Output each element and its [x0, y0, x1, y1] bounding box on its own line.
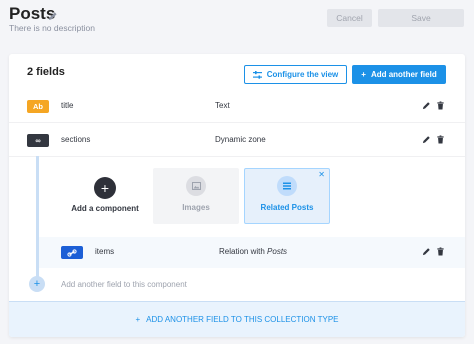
plus-icon: +: [94, 177, 116, 199]
add-field-to-collection-label: ADD ANOTHER FIELD TO THIS COLLECTION TYP…: [146, 315, 339, 324]
settings-sliders-icon: [252, 70, 262, 79]
pencil-icon[interactable]: [422, 101, 431, 110]
pencil-icon[interactable]: [48, 11, 58, 21]
trash-icon[interactable]: [436, 101, 445, 110]
text-type-icon: Ab: [27, 100, 49, 113]
add-another-field-button[interactable]: + Add another field: [352, 65, 446, 84]
configure-view-button[interactable]: Configure the view: [244, 65, 347, 84]
pencil-icon[interactable]: [422, 135, 431, 144]
dynamic-zone-icon: ∞: [27, 134, 49, 147]
plus-icon: +: [135, 315, 141, 324]
image-icon: [186, 176, 206, 196]
close-icon[interactable]: ✕: [318, 170, 325, 179]
plus-icon: +: [361, 70, 366, 79]
relation-target: Posts: [267, 247, 288, 256]
list-icon: [277, 176, 297, 196]
trash-icon[interactable]: [436, 135, 445, 144]
add-component-label: Add a component: [71, 204, 139, 213]
page-header: Posts There is no description Cancel Sav…: [0, 0, 474, 44]
add-field-to-collection-button[interactable]: + ADD ANOTHER FIELD TO THIS COLLECTION T…: [9, 301, 465, 337]
component-label: Related Posts: [260, 203, 314, 212]
trash-icon[interactable]: [436, 247, 445, 256]
field-name: sections: [61, 135, 91, 144]
cancel-button[interactable]: Cancel: [327, 9, 372, 27]
add-component-field-plus-icon[interactable]: +: [29, 276, 45, 292]
field-name: items: [95, 247, 115, 256]
field-row-sections[interactable]: ∞ sections Dynamic zone: [9, 123, 465, 157]
field-name: title: [61, 101, 74, 110]
field-type: Dynamic zone: [215, 135, 266, 144]
relation-icon: [61, 246, 83, 259]
field-type: Text: [215, 101, 230, 110]
field-row-title[interactable]: Ab title Text: [9, 89, 465, 123]
page-description: There is no description: [9, 23, 95, 33]
relation-type-prefix: Relation with: [219, 247, 268, 256]
fields-card: 2 fields Configure the view + Add anothe…: [9, 54, 465, 337]
component-field-row-items[interactable]: items Relation with Posts: [39, 237, 465, 268]
component-tab-related-posts[interactable]: ✕ Related Posts: [244, 168, 330, 224]
add-another-field-label: Add another field: [370, 70, 437, 79]
add-field-to-component-link[interactable]: Add another field to this component: [61, 280, 187, 289]
component-tab-images[interactable]: Images: [153, 168, 239, 224]
configure-view-label: Configure the view: [266, 70, 339, 79]
pencil-icon[interactable]: [422, 247, 431, 256]
component-label: Images: [182, 203, 210, 212]
fields-count: 2 fields: [27, 66, 65, 78]
add-component-button[interactable]: + Add a component: [69, 169, 149, 224]
field-type: Relation with Posts: [219, 247, 287, 256]
save-button[interactable]: Save: [378, 9, 464, 27]
